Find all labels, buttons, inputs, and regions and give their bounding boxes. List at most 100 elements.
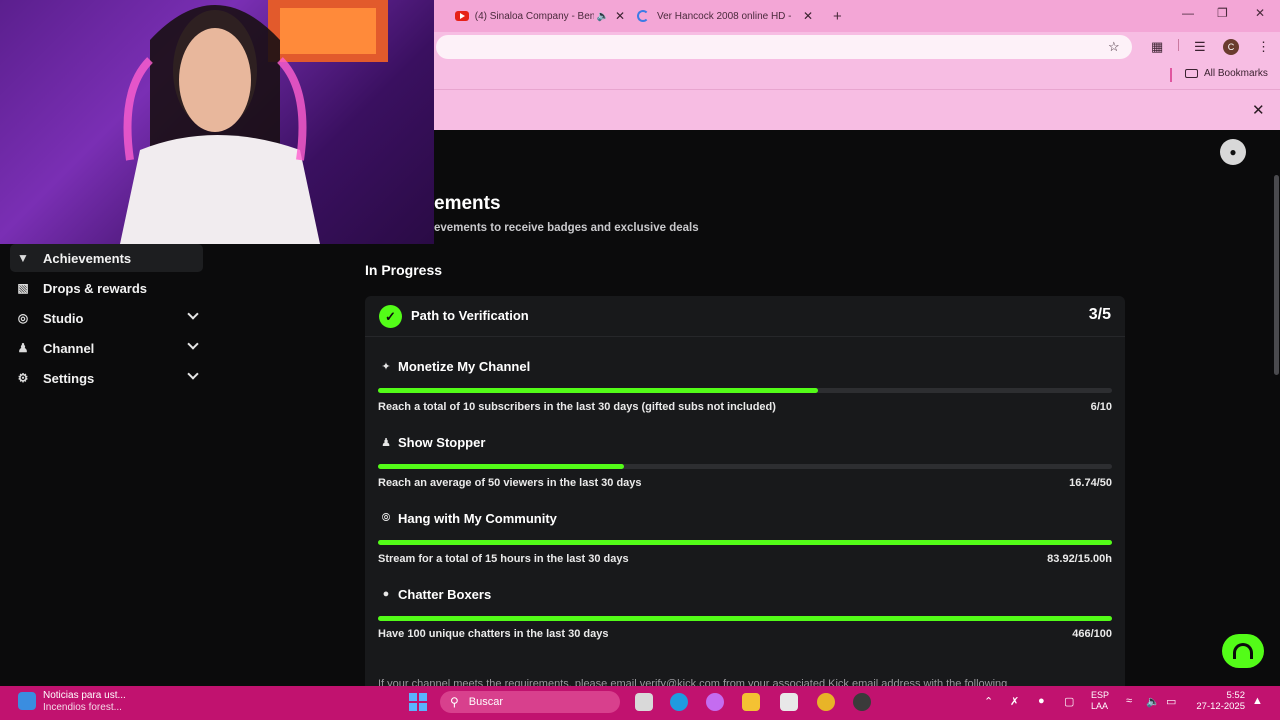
extensions-icon[interactable]: ▦ [1151,39,1163,55]
progress-fill [378,388,819,393]
news-subtitle[interactable]: Incendios forest... [43,702,122,713]
windows-logo-tile [419,693,427,701]
address-bar[interactable] [436,35,1132,59]
close-window-button[interactable]: ✕ [1255,6,1265,20]
trophy-icon: ▼ [17,251,29,265]
section-heading: In Progress [365,262,443,278]
webcam-overlay [0,0,434,244]
start-button[interactable] [409,693,427,711]
clock-date: 27-12-2025 [1196,701,1245,712]
notification-icon[interactable]: ▢ [1064,695,1074,708]
file-explorer-icon[interactable] [742,693,760,711]
sidebar-item-achievements[interactable]: ▼ Achievements [10,244,203,272]
user-avatar[interactable]: ● [1220,139,1246,165]
requirement-progress-bar [378,616,1112,621]
requirement-value: 16.74/50 [1069,477,1112,489]
chevron-up-icon[interactable]: ⌃ [984,695,993,708]
requirement-title: Monetize My Channel [398,359,531,374]
media-control-icon[interactable]: ☰ [1194,39,1206,55]
channel-icon: ♟ [17,341,29,355]
requirement-value: 83.92/15.00h [1047,553,1112,565]
plus-icon: + [833,7,842,25]
language-code: ESP [1091,690,1110,700]
edge-icon[interactable] [670,693,688,711]
maximize-button[interactable]: ❐ [1217,6,1228,20]
minimize-button[interactable]: — [1182,6,1194,20]
notifications-bell-icon[interactable]: ▲ [1252,695,1263,707]
sidebar-item-label: Channel [43,340,95,356]
requirement-progress-bar [378,388,1112,393]
youtube-icon [455,11,469,21]
news-widget-icon[interactable] [18,692,36,710]
speaker-icon[interactable]: 🔈 [596,11,608,22]
volume-icon[interactable]: 🔈 [1146,695,1160,708]
news-title[interactable]: Noticias para ust... [43,690,126,701]
tab-title: Ver Hancock 2008 online HD - [657,10,792,22]
requirement-progress-bar [378,540,1112,545]
support-button[interactable] [1222,634,1264,668]
close-icon[interactable]: ✕ [1252,101,1265,119]
progress-fill [378,464,624,469]
scrollbar[interactable] [1274,175,1279,375]
gear-icon: ⚙ [17,371,29,385]
language-layout: LAA [1091,701,1109,711]
chevron-down-icon [187,308,199,320]
studio-icon: ◎ [17,311,29,325]
close-tab-icon[interactable]: ✕ [803,9,813,23]
requirement-desc: Stream for a total of 15 hours in the la… [378,553,629,565]
windows-logo-tile [409,703,417,711]
all-bookmarks-button[interactable]: All Bookmarks [1185,68,1268,79]
sidebar-item-label: Settings [43,370,95,386]
site-favicon-icon [637,10,649,22]
menu-dots-icon[interactable]: ⋮ [1257,39,1270,55]
webcam-image [120,0,388,244]
sidebar-item-label: Drops & rewards [43,280,148,296]
obs-icon[interactable] [853,693,871,711]
sidebar-item-settings[interactable]: ⚙ Settings [10,364,203,392]
page-title: ements [434,193,501,214]
folder-icon [1185,69,1198,78]
sparkle-icon: ✦ [381,361,391,373]
tab-title: (4) Sinaloa Company - Benj [474,10,595,22]
profile-avatar[interactable]: C [1223,39,1239,55]
tab-youtube[interactable]: (4) Sinaloa Company - Benj 🔈 ✕ [455,4,625,28]
verified-badge-icon: ✓ [379,305,402,328]
broadcast-icon: ⦾ [381,512,391,524]
taskbar-search[interactable]: ⚲ Buscar [440,691,620,713]
tab-hancock[interactable]: Ver Hancock 2008 online HD - ✕ [637,4,817,28]
progress-fill [378,616,1112,621]
requirement-title: Show Stopper [398,435,486,450]
sidebar-item-label: Studio [43,310,84,326]
verification-count: 3/5 [1088,306,1111,323]
progress-fill [378,540,1112,545]
language-indicator[interactable]: ESP LAA [1091,690,1109,712]
network-off-icon[interactable]: ✗ [1010,695,1019,708]
close-tab-icon[interactable]: ✕ [615,9,625,23]
clock-time: 5:52 [1226,690,1246,701]
new-tab-button[interactable]: + [833,4,842,28]
microphone-icon[interactable]: ● [1038,695,1045,707]
verification-title: Path to Verification [411,308,529,323]
chat-icon: ● [382,588,390,600]
battery-icon[interactable]: ▭ [1166,695,1176,708]
store-icon[interactable] [780,693,798,711]
search-icon: ⚲ [450,695,459,709]
bookmark-star-icon[interactable]: ☆ [1108,39,1120,55]
task-view-icon[interactable] [635,693,653,711]
wifi-icon[interactable]: ≈ [1126,695,1132,707]
windows-logo-tile [409,693,417,701]
sidebar-item-drops-rewards[interactable]: ▧ Drops & rewards [10,274,203,302]
sidebar-item-channel[interactable]: ♟ Channel [10,334,203,362]
chrome-icon[interactable] [817,693,835,711]
requirement-value: 6/10 [1090,401,1112,413]
toolbar-divider [1178,39,1179,51]
requirement-value: 466/100 [1072,628,1112,640]
copilot-icon[interactable] [706,693,724,711]
drops-icon: ▧ [17,281,29,295]
clock[interactable]: 5:52 27-12-2025 [1190,690,1245,712]
sidebar-item-studio[interactable]: ◎ Studio [10,304,203,332]
headset-icon [1233,643,1253,659]
search-label: Buscar [468,696,504,708]
bookmarks-divider [1170,68,1172,82]
requirement-desc: Have 100 unique chatters in the last 30 … [378,628,609,640]
